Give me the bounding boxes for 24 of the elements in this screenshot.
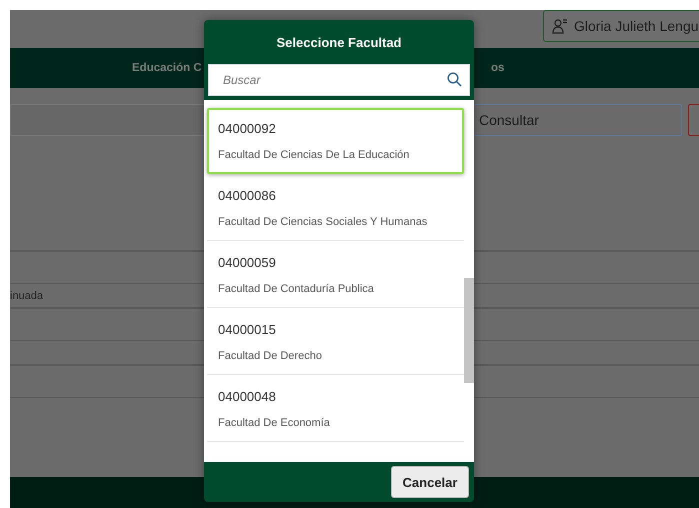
faculty-name: Facultad De Contaduría Publica [218, 283, 374, 295]
list-item[interactable]: 04000086 Facultad De Ciencias Sociales Y Humanas [207, 175, 464, 241]
scrollbar[interactable] [464, 278, 474, 383]
faculty-name: Facultad De Ciencias De La Educación [218, 149, 410, 161]
nav-tab[interactable]: os [491, 62, 504, 74]
search-field[interactable]: Buscar [208, 64, 470, 96]
user-name: Gloria Julieth Lengu [574, 18, 699, 34]
faculty-code: 04000086 [218, 188, 276, 203]
partial-button[interactable] [688, 104, 699, 136]
search-icon[interactable] [447, 72, 462, 87]
nav-tab[interactable]: Educación C [132, 62, 202, 74]
list-item[interactable]: 04000048 Facultad De Economía [207, 376, 464, 442]
faculty-name: Facultad De Ciencias Sociales Y Humanas [218, 216, 428, 228]
user-icon [552, 18, 568, 34]
table-cell: inuada [10, 290, 44, 302]
faculty-code: 04000015 [218, 322, 276, 337]
dialog-title: Seleccione Facultad [276, 34, 402, 50]
cancel-button[interactable]: Cancelar [391, 466, 469, 498]
faculty-name: Facultad De Derecho [218, 350, 322, 362]
faculty-code: 04000059 [218, 255, 276, 270]
faculty-name: Facultad De Economía [218, 417, 330, 429]
faculty-code: 04000092 [218, 121, 276, 136]
list-item[interactable]: 04000092 Facultad De Ciencias De La Educación [207, 108, 464, 174]
faculty-code: 04000048 [218, 389, 276, 404]
